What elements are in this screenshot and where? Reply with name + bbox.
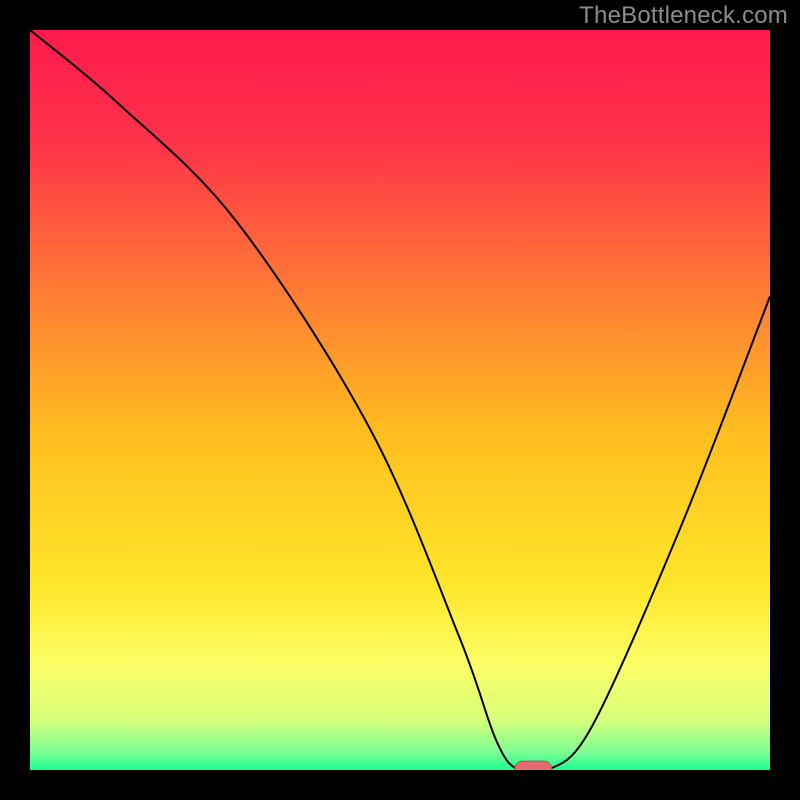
watermark-text: TheBottleneck.com [579,2,788,30]
optimal-marker [515,761,552,779]
chart-frame: TheBottleneck.com [0,0,800,800]
chart-svg [0,0,800,800]
plot-background [30,30,770,770]
